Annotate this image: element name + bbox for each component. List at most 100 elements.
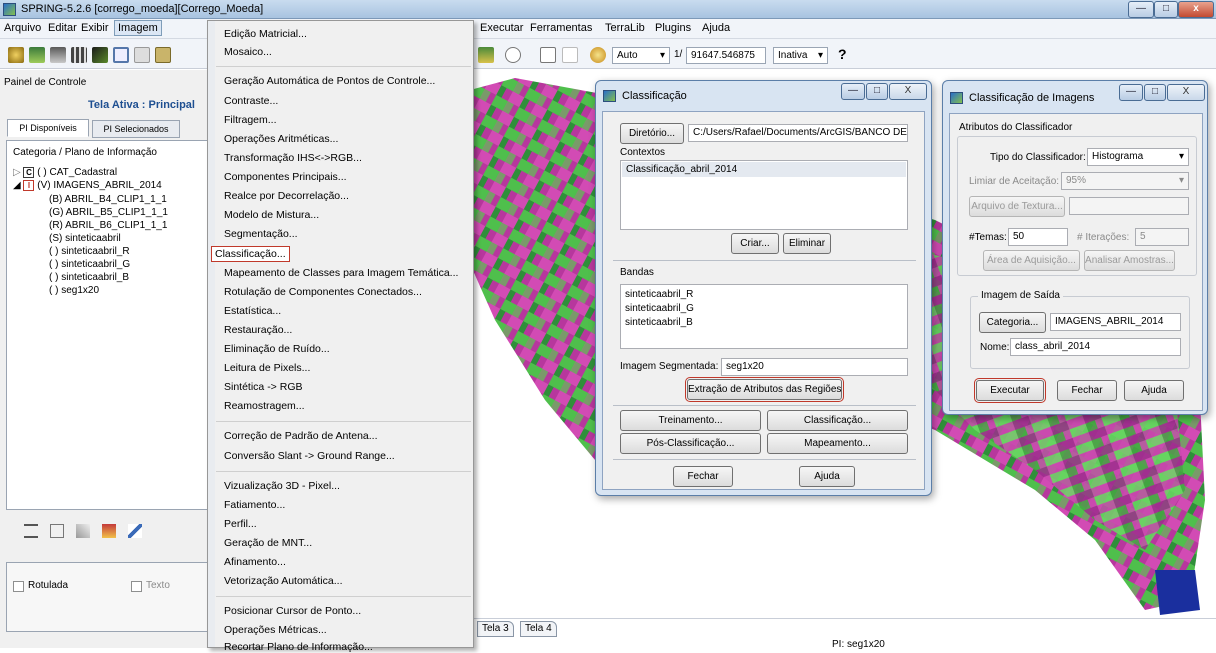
dialog-minimize-button[interactable]: — xyxy=(841,83,865,100)
tab-tela-4[interactable]: Tela 4 xyxy=(520,621,557,637)
categoria-button[interactable]: Categoria... xyxy=(979,312,1046,333)
menu-item-geracao-mnt[interactable]: Geração de MNT... xyxy=(224,537,312,549)
diretorio-path-field[interactable]: C:/Users/Rafael/Documents/ArcGIS/BANCO D… xyxy=(688,124,908,142)
dialog-close-button[interactable]: X xyxy=(889,83,927,100)
project-icon[interactable] xyxy=(29,47,45,63)
dialog-minimize-button[interactable]: — xyxy=(1119,84,1143,101)
cursor-icon[interactable] xyxy=(562,47,578,63)
menu-ajuda[interactable]: Ajuda xyxy=(702,22,730,34)
mapeamento-button[interactable]: Mapeamento... xyxy=(767,433,908,454)
menu-item-slant-ground[interactable]: Conversão Slant -> Ground Range... xyxy=(224,450,395,462)
menu-arquivo[interactable]: Arquivo xyxy=(4,22,41,34)
menu-item-realce-decorrelacao[interactable]: Realce por Decorrelação... xyxy=(224,190,349,202)
inativa-select[interactable]: Inativa ▾ xyxy=(773,47,828,64)
menu-item-geracao-pontos[interactable]: Geração Automática de Pontos de Controle… xyxy=(224,75,435,87)
tree-item-imagens-abril[interactable]: ◢ I (V) IMAGENS_ABRIL_2014 xyxy=(13,180,162,191)
dialog-close-button[interactable]: X xyxy=(1167,84,1205,101)
menu-ferramentas[interactable]: Ferramentas xyxy=(530,22,592,34)
menu-item-fatiamento[interactable]: Fatiamento... xyxy=(224,499,285,511)
bandas-list[interactable]: sinteticaabril_R sinteticaabril_G sintet… xyxy=(620,284,908,349)
menu-item-operacoes-metricas[interactable]: Operações Métricas... xyxy=(224,624,327,636)
scissors-icon[interactable] xyxy=(134,47,150,63)
menu-item-perfil[interactable]: Perfil... xyxy=(224,518,257,530)
menu-item-eliminacao-ruido[interactable]: Eliminação de Ruído... xyxy=(224,343,330,355)
fechar-button[interactable]: Fechar xyxy=(1057,380,1117,401)
help-icon[interactable]: ? xyxy=(838,46,847,62)
treinamento-button[interactable]: Treinamento... xyxy=(620,410,761,431)
menu-item-rotulacao[interactable]: Rotulação de Componentes Conectados... xyxy=(224,286,422,298)
zoom-area-icon[interactable] xyxy=(540,47,556,63)
fechar-button[interactable]: Fechar xyxy=(673,466,733,487)
diretorio-button[interactable]: Diretório... xyxy=(620,123,684,144)
layers-icon[interactable] xyxy=(50,47,66,63)
window-icon[interactable] xyxy=(113,47,129,63)
refresh-icon[interactable] xyxy=(590,47,606,63)
menu-editar[interactable]: Editar xyxy=(48,22,77,34)
menu-item-restauracao[interactable]: Restauração... xyxy=(224,324,292,336)
tipo-classificador-select[interactable]: Histograma ▾ xyxy=(1087,148,1189,166)
banda-item[interactable]: sinteticaabril_R xyxy=(625,289,693,300)
menu-item-filtragem[interactable]: Filtragem... xyxy=(224,114,277,126)
color-icon[interactable] xyxy=(102,524,116,538)
layout-icon[interactable] xyxy=(155,47,171,63)
texto-checkbox[interactable] xyxy=(131,581,142,592)
display-icon[interactable] xyxy=(478,47,494,63)
menu-item-afinamento[interactable]: Afinamento... xyxy=(224,556,286,568)
menu-item-componentes-principais[interactable]: Componentes Principais... xyxy=(224,171,347,183)
menu-plugins[interactable]: Plugins xyxy=(655,22,691,34)
menu-executar[interactable]: Executar xyxy=(480,22,523,34)
menu-item-operacoes-aritmeticas[interactable]: Operações Aritméticas... xyxy=(224,133,338,145)
menu-item-sintetica-rgb[interactable]: Sintética -> RGB xyxy=(224,381,303,393)
menu-item-mosaico[interactable]: Mosaico... xyxy=(224,46,272,58)
categoria-field[interactable]: IMAGENS_ABRIL_2014 xyxy=(1050,313,1181,331)
contextos-list[interactable]: Classificação_abril_2014 xyxy=(620,160,908,230)
menu-item-visualizacao-3d[interactable]: Vizualização 3D - Pixel... xyxy=(224,480,340,492)
ajuda-button[interactable]: Ajuda xyxy=(799,466,855,487)
maximize-button[interactable]: □ xyxy=(1154,1,1178,18)
menu-item-segmentacao[interactable]: Segmentação... xyxy=(224,228,298,240)
menu-imagem[interactable]: Imagem xyxy=(114,20,162,36)
tree-item-seg1x20[interactable]: ( ) seg1x20 xyxy=(49,285,99,296)
pencil-icon[interactable] xyxy=(92,47,108,63)
menu-item-reamostragem[interactable]: Reamostragem... xyxy=(224,400,305,412)
classificacao-button[interactable]: Classificação... xyxy=(767,410,908,431)
table-icon[interactable] xyxy=(50,524,64,538)
arquivo-textura-button[interactable]: Arquivo de Textura... xyxy=(969,196,1065,217)
database-icon[interactable] xyxy=(8,47,24,63)
zoom-mode-select[interactable]: Auto ▾ xyxy=(612,47,670,64)
contexto-item[interactable]: Classificação_abril_2014 xyxy=(622,162,906,177)
tree-item-sintetica-r[interactable]: ( ) sinteticaabril_R xyxy=(49,246,130,257)
edit-icon[interactable] xyxy=(128,524,142,538)
tree-item-sintetica-g[interactable]: ( ) sinteticaabril_G xyxy=(49,259,130,270)
tree-item-sintetica-b[interactable]: ( ) sinteticaabril_B xyxy=(49,272,129,283)
tree-item-band-b[interactable]: (B) ABRIL_B4_CLIP1_1_1 xyxy=(49,194,167,205)
tab-pi-disponiveis[interactable]: PI Disponíveis xyxy=(7,119,89,137)
menu-item-edicao-matricial[interactable]: Edição Matricial... xyxy=(224,28,307,40)
banda-item[interactable]: sinteticaabril_B xyxy=(625,317,693,328)
list-icon[interactable] xyxy=(24,524,38,538)
menu-item-mapeamento-classes[interactable]: Mapeamento de Classes para Imagem Temáti… xyxy=(224,267,458,279)
menu-item-contraste[interactable]: Contraste... xyxy=(224,95,278,107)
minimize-button[interactable]: — xyxy=(1128,1,1154,18)
menu-item-posicionar-cursor[interactable]: Posicionar Cursor de Ponto... xyxy=(224,605,361,617)
banda-item[interactable]: sinteticaabril_G xyxy=(625,303,694,314)
menu-item-recortar-pi[interactable]: Recortar Plano de Informação... xyxy=(224,641,373,653)
temas-field[interactable]: 50 xyxy=(1008,228,1068,246)
tab-tela-3[interactable]: Tela 3 xyxy=(477,621,514,637)
executar-button[interactable]: Executar xyxy=(974,378,1046,403)
menu-exibir[interactable]: Exibir xyxy=(81,22,109,34)
pos-classificacao-button[interactable]: Pós-Classificação... xyxy=(620,433,761,454)
visual-icon[interactable] xyxy=(76,524,90,538)
menu-item-classificacao[interactable]: Classificação... xyxy=(211,246,290,262)
menu-item-leitura-pixels[interactable]: Leitura de Pixels... xyxy=(224,362,310,374)
rotulada-checkbox[interactable] xyxy=(13,581,24,592)
ajuda-button[interactable]: Ajuda xyxy=(1124,380,1184,401)
menu-terralib[interactable]: TerraLib xyxy=(605,22,645,34)
tree-item-cat-cadastral[interactable]: ▷ C ( ) CAT_Cadastral xyxy=(13,167,117,178)
limiar-select[interactable]: 95% ▾ xyxy=(1061,172,1189,190)
dialog-maximize-button[interactable]: □ xyxy=(866,83,888,100)
imagem-segmentada-field[interactable]: seg1x20 xyxy=(721,358,908,376)
dialog-maximize-button[interactable]: □ xyxy=(1144,84,1166,101)
iteracoes-field[interactable]: 5 xyxy=(1135,228,1189,246)
menu-item-estatistica[interactable]: Estatística... xyxy=(224,305,281,317)
